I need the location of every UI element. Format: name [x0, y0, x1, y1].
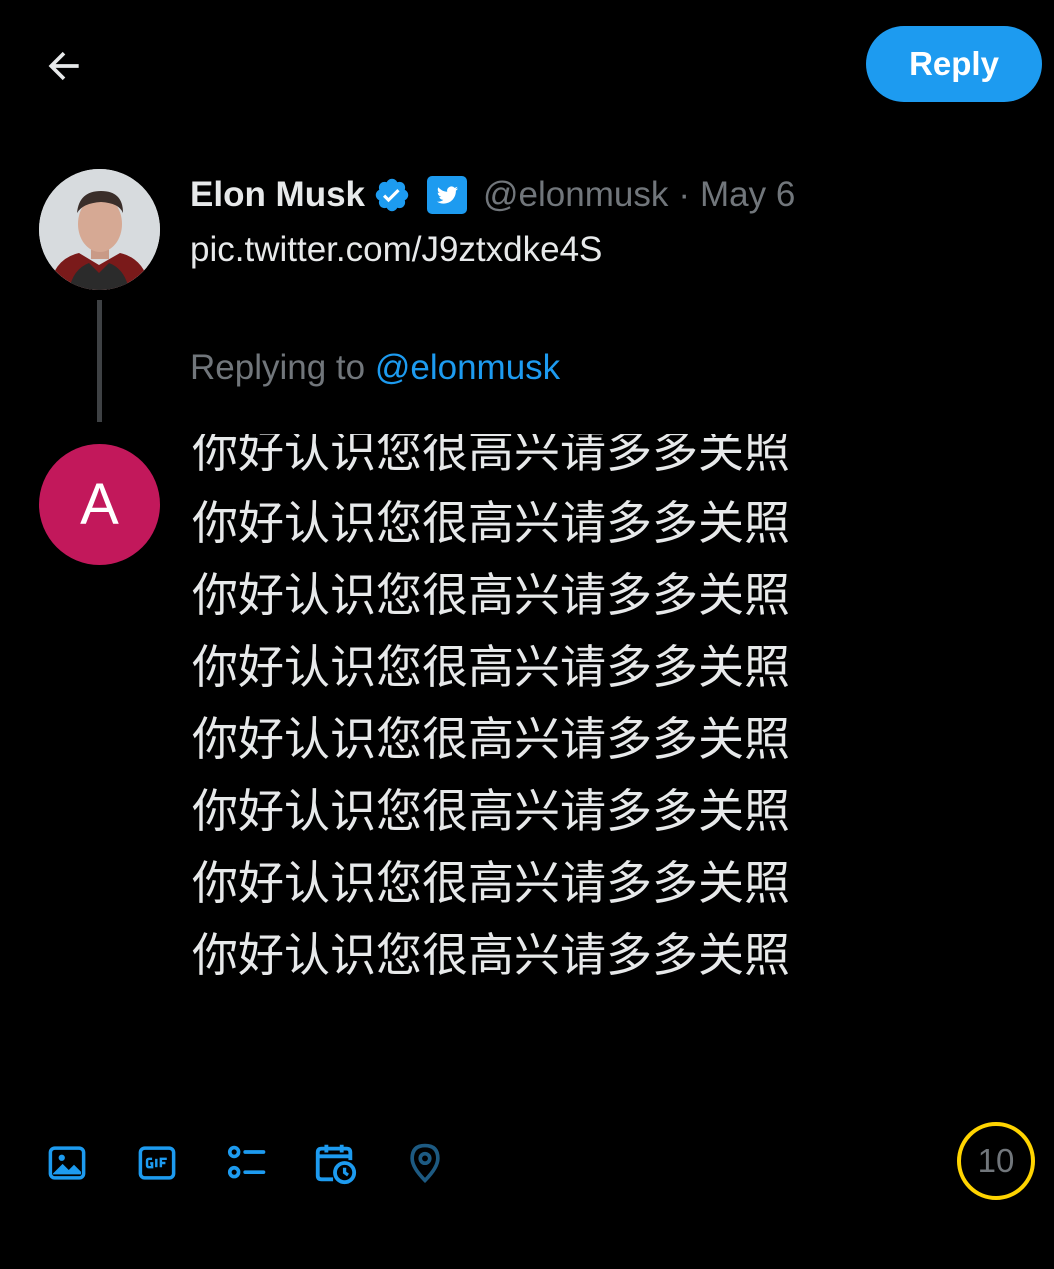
thread-connector-line [97, 300, 102, 422]
twitter-bird-badge-icon [427, 176, 468, 214]
replying-to-label: Replying to [190, 348, 366, 387]
tweet-header: Elon Musk @elonmusk · May 6 [190, 170, 795, 220]
tweet-text[interactable]: pic.twitter.com/J9ztxdke4S [190, 230, 602, 270]
location-icon [410, 1143, 440, 1184]
replying-to: Replying to @elonmusk [190, 348, 560, 388]
location-button[interactable] [402, 1140, 448, 1186]
poll-icon [227, 1145, 266, 1179]
arrow-left-icon [48, 51, 79, 81]
gif-icon [138, 1146, 176, 1180]
replying-to-handle[interactable]: @elonmusk [375, 348, 560, 387]
separator-dot: · [678, 175, 691, 214]
image-icon [48, 1146, 86, 1180]
compose-line: 你好认识您很高兴请多多关照 [192, 712, 790, 766]
compose-line: 你好认识您很高兴请多多关照 [192, 568, 790, 622]
author-handle[interactable]: @elonmusk [483, 175, 668, 215]
char-remaining: 10 [977, 1142, 1015, 1179]
avatar[interactable] [39, 169, 160, 290]
compose-line: 你好认识您很高兴请多多关照 [192, 784, 790, 838]
user-avatar-letter: A [80, 472, 119, 537]
schedule-icon [315, 1144, 357, 1185]
compose-textarea[interactable]: 你好认识您很高兴请多多关照 你好认识您很高兴请多多关照 你好认识您很高兴请多多关… [192, 434, 992, 1074]
schedule-button[interactable] [312, 1140, 358, 1186]
reply-button[interactable]: Reply [866, 26, 1042, 102]
compose-line: 你好认识您很高兴请多多关照 [192, 928, 790, 982]
compose-line: 你好认识您很高兴请多多关照 [192, 640, 790, 694]
verified-badge-icon [373, 176, 411, 214]
author-name[interactable]: Elon Musk [190, 175, 365, 215]
compose-line: 你好认识您很高兴请多多关照 [192, 856, 790, 910]
compose-reply-screen: Reply Elon Musk @elonmusk · May 6 pic.tw… [0, 0, 1054, 1269]
image-button[interactable] [44, 1140, 90, 1186]
gif-button[interactable] [134, 1140, 180, 1186]
back-button[interactable] [36, 38, 92, 94]
compose-line: 你好认识您很高兴请多多关照 [192, 496, 790, 550]
tweet-date[interactable]: May 6 [700, 175, 795, 215]
poll-button[interactable] [224, 1140, 270, 1186]
compose-text: 你好认识您很高兴请多多关照 你好认识您很高兴请多多关照 你好认识您很高兴请多多关… [192, 434, 790, 991]
compose-line: 你好认识您很高兴请多多关照 [192, 434, 790, 478]
character-counter: 10 [956, 1121, 1036, 1201]
user-avatar[interactable]: A [39, 444, 160, 565]
